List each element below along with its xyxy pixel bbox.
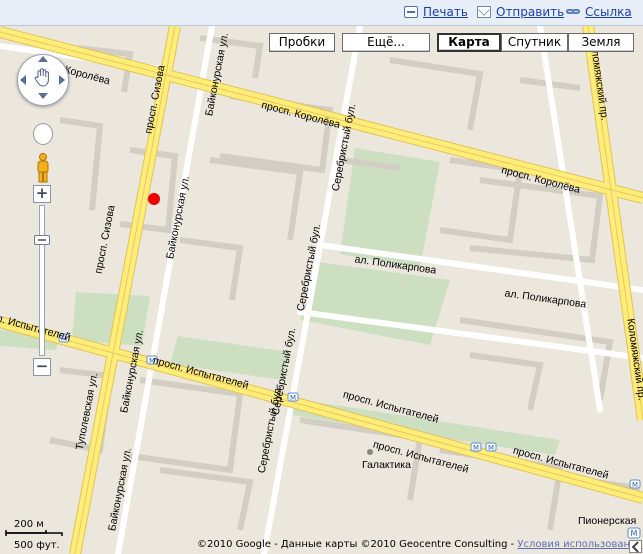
scale-imperial: 500 фут. — [14, 540, 60, 551]
pan-hand-icon[interactable] — [34, 67, 52, 87]
send-link[interactable]: Отправить — [477, 5, 564, 19]
pan-down-arrow[interactable] — [38, 93, 48, 99]
metro-icon: M — [485, 442, 497, 452]
zoom-out-icon[interactable]: − — [33, 358, 51, 376]
place-label-galaktika: Галактика — [362, 459, 411, 471]
zoom-slider-track[interactable] — [39, 205, 45, 356]
map-type-satellite-button[interactable]: Спутник — [501, 33, 568, 52]
svg-text:M: M — [632, 481, 638, 489]
metro-icon: M — [470, 442, 482, 452]
metro-icon: M — [627, 527, 641, 539]
pegman-icon[interactable] — [36, 153, 50, 183]
send-label: Отправить — [496, 5, 565, 19]
pan-left-arrow[interactable] — [20, 75, 26, 85]
rotate-button[interactable] — [33, 123, 53, 145]
top-toolbar: Печать Отправить Ссылка — [0, 0, 643, 26]
svg-text:M: M — [473, 444, 479, 452]
terms-link[interactable]: Условия использования — [517, 539, 642, 550]
scale-metric: 200 м — [14, 519, 44, 530]
zoom-slider-handle[interactable] — [34, 235, 50, 245]
svg-text:M: M — [631, 529, 638, 538]
copyright-text: ©2010 Google - Данные карты ©2010 Geocen… — [197, 539, 515, 550]
svg-text:M: M — [488, 444, 494, 452]
link-icon — [566, 6, 580, 18]
overview-toggle-button[interactable] — [629, 540, 642, 553]
copyright-bar: ©2010 Google - Данные карты ©2010 Geocen… — [197, 539, 643, 550]
metro-icon: M — [287, 392, 299, 402]
map-canvas[interactable]: M M M M M M M просп. Королёва просп. Кор… — [0, 0, 643, 554]
print-label: Печать — [423, 5, 468, 19]
metro-icon: M — [629, 479, 641, 489]
more-button[interactable]: Ещё... — [342, 33, 430, 52]
map-type-terrain-button[interactable]: Земля — [568, 33, 634, 52]
pan-up-arrow[interactable] — [38, 56, 48, 62]
print-icon — [404, 6, 418, 18]
print-link[interactable]: Печать — [404, 5, 468, 19]
pan-right-arrow[interactable] — [59, 75, 65, 85]
link-link[interactable]: Ссылка — [566, 5, 632, 19]
mail-icon — [477, 6, 491, 18]
zoom-in-icon[interactable]: + — [33, 185, 51, 203]
location-marker[interactable] — [148, 193, 160, 205]
link-label: Ссылка — [585, 5, 632, 19]
svg-text:M: M — [290, 394, 296, 402]
place-label-pionerskaya: Пионерская — [578, 515, 636, 527]
map-type-map-button[interactable]: Карта — [437, 33, 501, 52]
traffic-button[interactable]: Пробки — [269, 33, 335, 52]
